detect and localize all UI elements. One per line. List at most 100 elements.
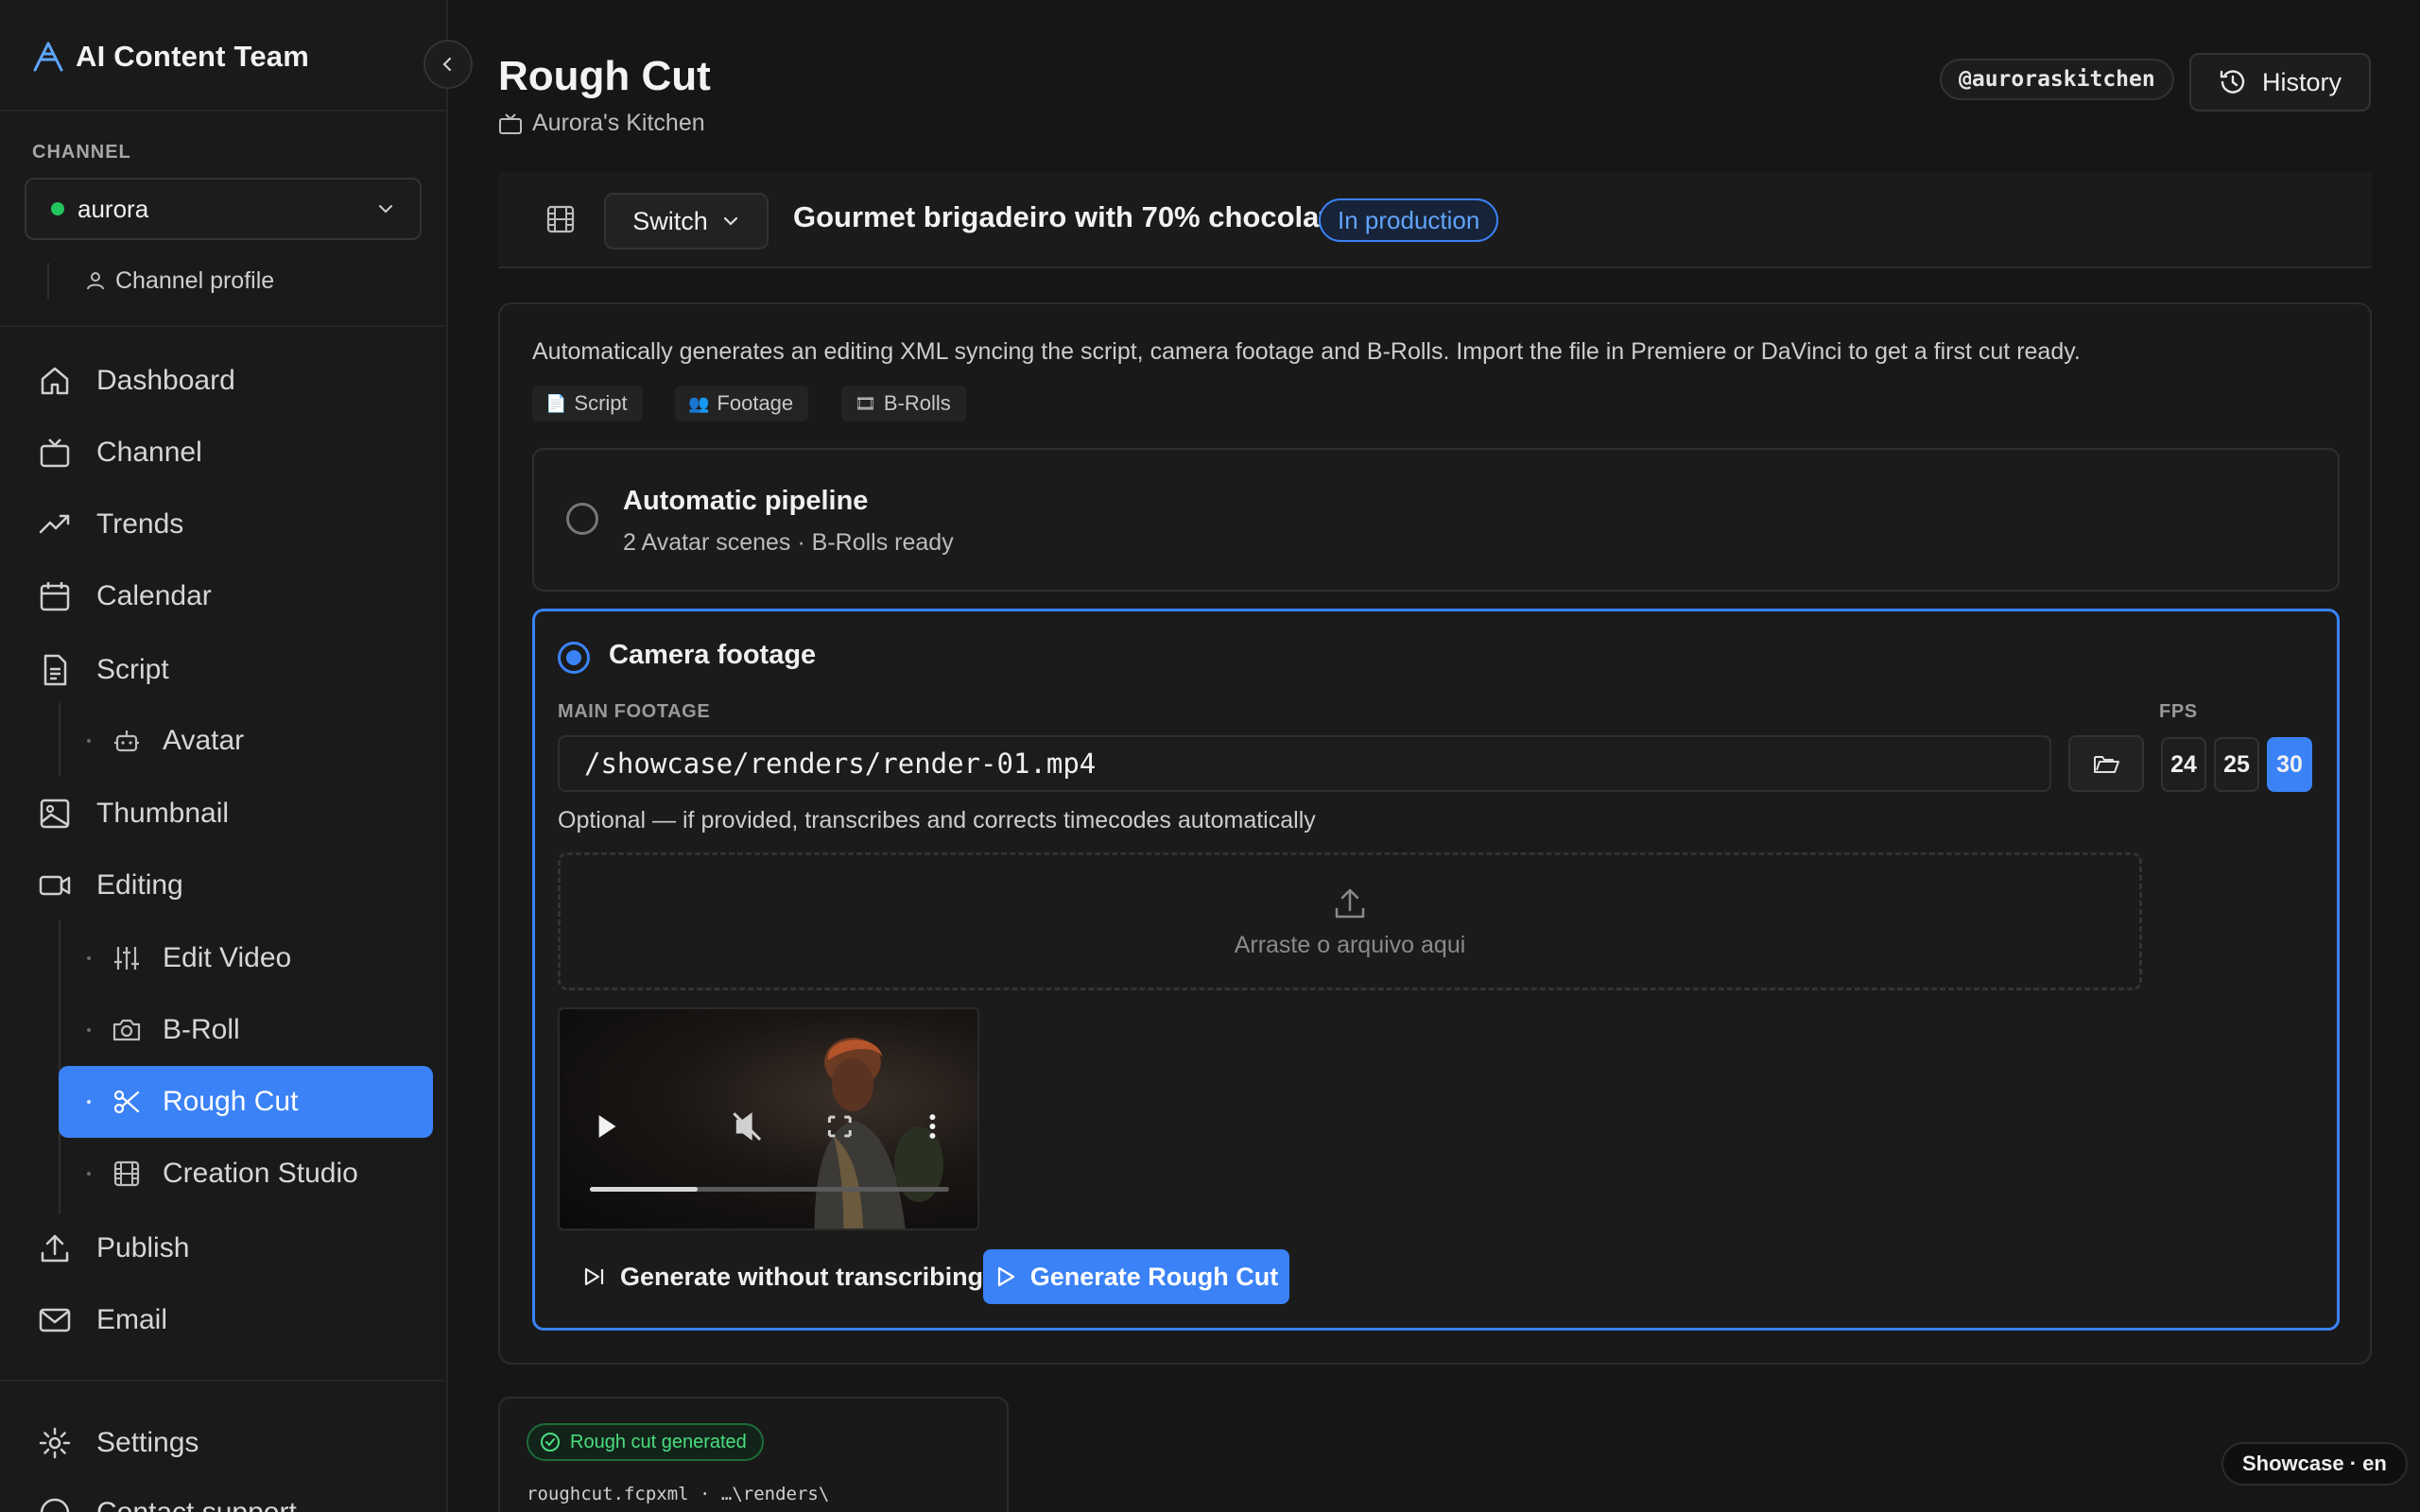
generate-primary-label: Generate Rough Cut — [1029, 1262, 1279, 1291]
divider — [0, 325, 448, 327]
browse-folder-button[interactable] — [2068, 735, 2144, 792]
bullet — [87, 739, 91, 743]
option-automatic-pipeline[interactable]: Automatic pipeline 2 Avatar scenes · B-R… — [532, 448, 2340, 592]
project-title: Gourmet brigadeiro with 70% chocolate — [793, 200, 1345, 233]
sidebar-item-label: Dashboard — [96, 365, 235, 396]
page-icon: 📄 — [545, 393, 567, 413]
tag-footage: 👥 Footage — [675, 386, 809, 421]
sidebar-item-label: Script — [96, 654, 169, 685]
tag-label: Script — [574, 391, 628, 415]
camera-icon — [112, 1019, 141, 1041]
sidebar-item-publish[interactable]: Publish — [38, 1215, 189, 1281]
sidebar-item-trends[interactable]: Trends — [38, 491, 183, 558]
main-footage-label: MAIN FOOTAGE — [558, 701, 711, 722]
locale-pill[interactable]: Showcase · en — [2221, 1442, 2408, 1486]
sidebar-collapse-button[interactable] — [424, 40, 473, 89]
tag-script: 📄 Script — [532, 386, 643, 421]
sidebar-item-contact-support[interactable]: Contact support — [38, 1480, 297, 1512]
sidebar-item-channel[interactable]: Channel — [38, 420, 202, 486]
skip-play-icon — [584, 1267, 604, 1286]
history-icon — [2220, 70, 2245, 94]
generate-plain-label: Generate without transcribing — [620, 1262, 984, 1291]
history-label: History — [2261, 67, 2342, 96]
folder-open-icon — [2094, 756, 2119, 773]
film-icon — [113, 1160, 140, 1187]
video-icon — [39, 875, 71, 896]
film-frames-icon: 🎞 — [855, 393, 876, 413]
history-button[interactable]: History — [2189, 53, 2371, 112]
sidebar-item-creation-studio[interactable]: Creation Studio — [59, 1138, 433, 1210]
divider — [0, 1380, 448, 1382]
sidebar-item-rough-cut[interactable]: Rough Cut — [59, 1066, 433, 1138]
sidebar-item-thumbnail[interactable]: Thumbnail — [38, 781, 229, 847]
page-subtitle-text: Aurora's Kitchen — [532, 110, 705, 136]
home-icon — [41, 367, 69, 395]
radio-camera-footage[interactable] — [558, 642, 590, 674]
mail-icon — [39, 1308, 71, 1332]
file-dropzone[interactable]: Arraste o arquivo aqui — [558, 852, 2142, 990]
scissors-icon — [113, 1090, 140, 1114]
help-icon — [40, 1498, 70, 1512]
bullet — [87, 1028, 91, 1032]
gear-icon — [39, 1427, 71, 1459]
video-progress-fill — [590, 1187, 698, 1192]
user-icon — [87, 272, 104, 290]
bullet — [87, 1172, 91, 1176]
channel-label: CHANNEL — [32, 142, 131, 163]
sidebar-item-email[interactable]: Email — [38, 1287, 167, 1353]
project-toolbar: Switch Gourmet brigadeiro with 70% choco… — [498, 172, 2372, 268]
option-subtitle: 2 Avatar scenes · B-Rolls ready — [623, 529, 954, 556]
chevron-down-icon — [723, 216, 737, 226]
sidebar-item-label: Creation Studio — [163, 1158, 358, 1189]
divider — [0, 110, 448, 112]
sidebar-item-dashboard[interactable]: Dashboard — [38, 348, 235, 414]
sidebar-item-editing[interactable]: Editing — [38, 852, 183, 919]
channel-handle-badge[interactable]: @auroraskitchen — [1940, 59, 2174, 100]
fps-option-24[interactable]: 24 — [2161, 737, 2206, 792]
channel-select-value: aurora — [78, 194, 149, 223]
fps-option-30[interactable]: 30 — [2267, 737, 2312, 792]
upload-icon — [41, 1234, 69, 1263]
brand-logo-icon — [33, 42, 63, 72]
sidebar-item-settings[interactable]: Settings — [38, 1410, 199, 1476]
video-preview[interactable] — [558, 1007, 979, 1230]
people-icon: 👥 — [688, 393, 710, 413]
sidebar-item-calendar[interactable]: Calendar — [38, 563, 212, 629]
generate-without-transcribing-button[interactable]: Generate without transcribing — [558, 1249, 1008, 1304]
page-title: Rough Cut — [498, 53, 711, 99]
brand[interactable]: AI Content Team — [32, 38, 309, 76]
sidebar-item-avatar[interactable]: Avatar — [59, 705, 433, 777]
sidebar-item-label: Edit Video — [163, 942, 292, 973]
channel-select[interactable]: aurora — [25, 178, 422, 240]
result-file-path: roughcut.fcpxml · …\renders\ — [527, 1484, 830, 1504]
generate-rough-cut-button[interactable]: Generate Rough Cut — [983, 1249, 1289, 1304]
sidebar-item-edit-video[interactable]: Edit Video — [59, 922, 433, 994]
main-footage-input[interactable]: /showcase/renders/render-01.mp4 — [558, 735, 2051, 792]
sidebar-item-b-roll[interactable]: B-Roll — [59, 994, 433, 1066]
sidebar-item-label: Rough Cut — [163, 1086, 299, 1117]
channel-profile-link[interactable]: Channel profile — [47, 263, 274, 299]
chevron-down-icon — [379, 205, 392, 214]
radio-automatic-pipeline[interactable] — [566, 503, 598, 535]
calendar-icon — [40, 582, 70, 611]
switch-project-button[interactable]: Switch — [604, 193, 769, 249]
sidebar-item-label: Email — [96, 1304, 168, 1335]
film-icon — [546, 205, 575, 233]
sidebar-item-label: Contact support — [96, 1497, 297, 1512]
tv-icon — [40, 438, 70, 468]
tag-label: Footage — [717, 391, 794, 415]
video-progress-bar[interactable] — [590, 1187, 949, 1192]
sidebar-item-label: Settings — [96, 1427, 199, 1458]
fps-label: FPS — [2159, 701, 2198, 722]
bullet — [87, 1100, 91, 1104]
tv-icon — [499, 112, 522, 134]
play-icon — [997, 1266, 1014, 1287]
brand-title: AI Content Team — [76, 40, 309, 73]
sidebar-item-script[interactable]: Script — [38, 637, 169, 703]
fps-option-25[interactable]: 25 — [2214, 737, 2259, 792]
success-badge-label: Rough cut generated — [570, 1431, 747, 1452]
optional-transcription-note: Optional — if provided, transcribes and … — [558, 807, 1316, 833]
option-title: Automatic pipeline — [623, 486, 869, 516]
status-badge: In production — [1319, 198, 1499, 242]
sidebar: AI Content Team CHANNEL aurora Channel p… — [0, 0, 448, 1512]
